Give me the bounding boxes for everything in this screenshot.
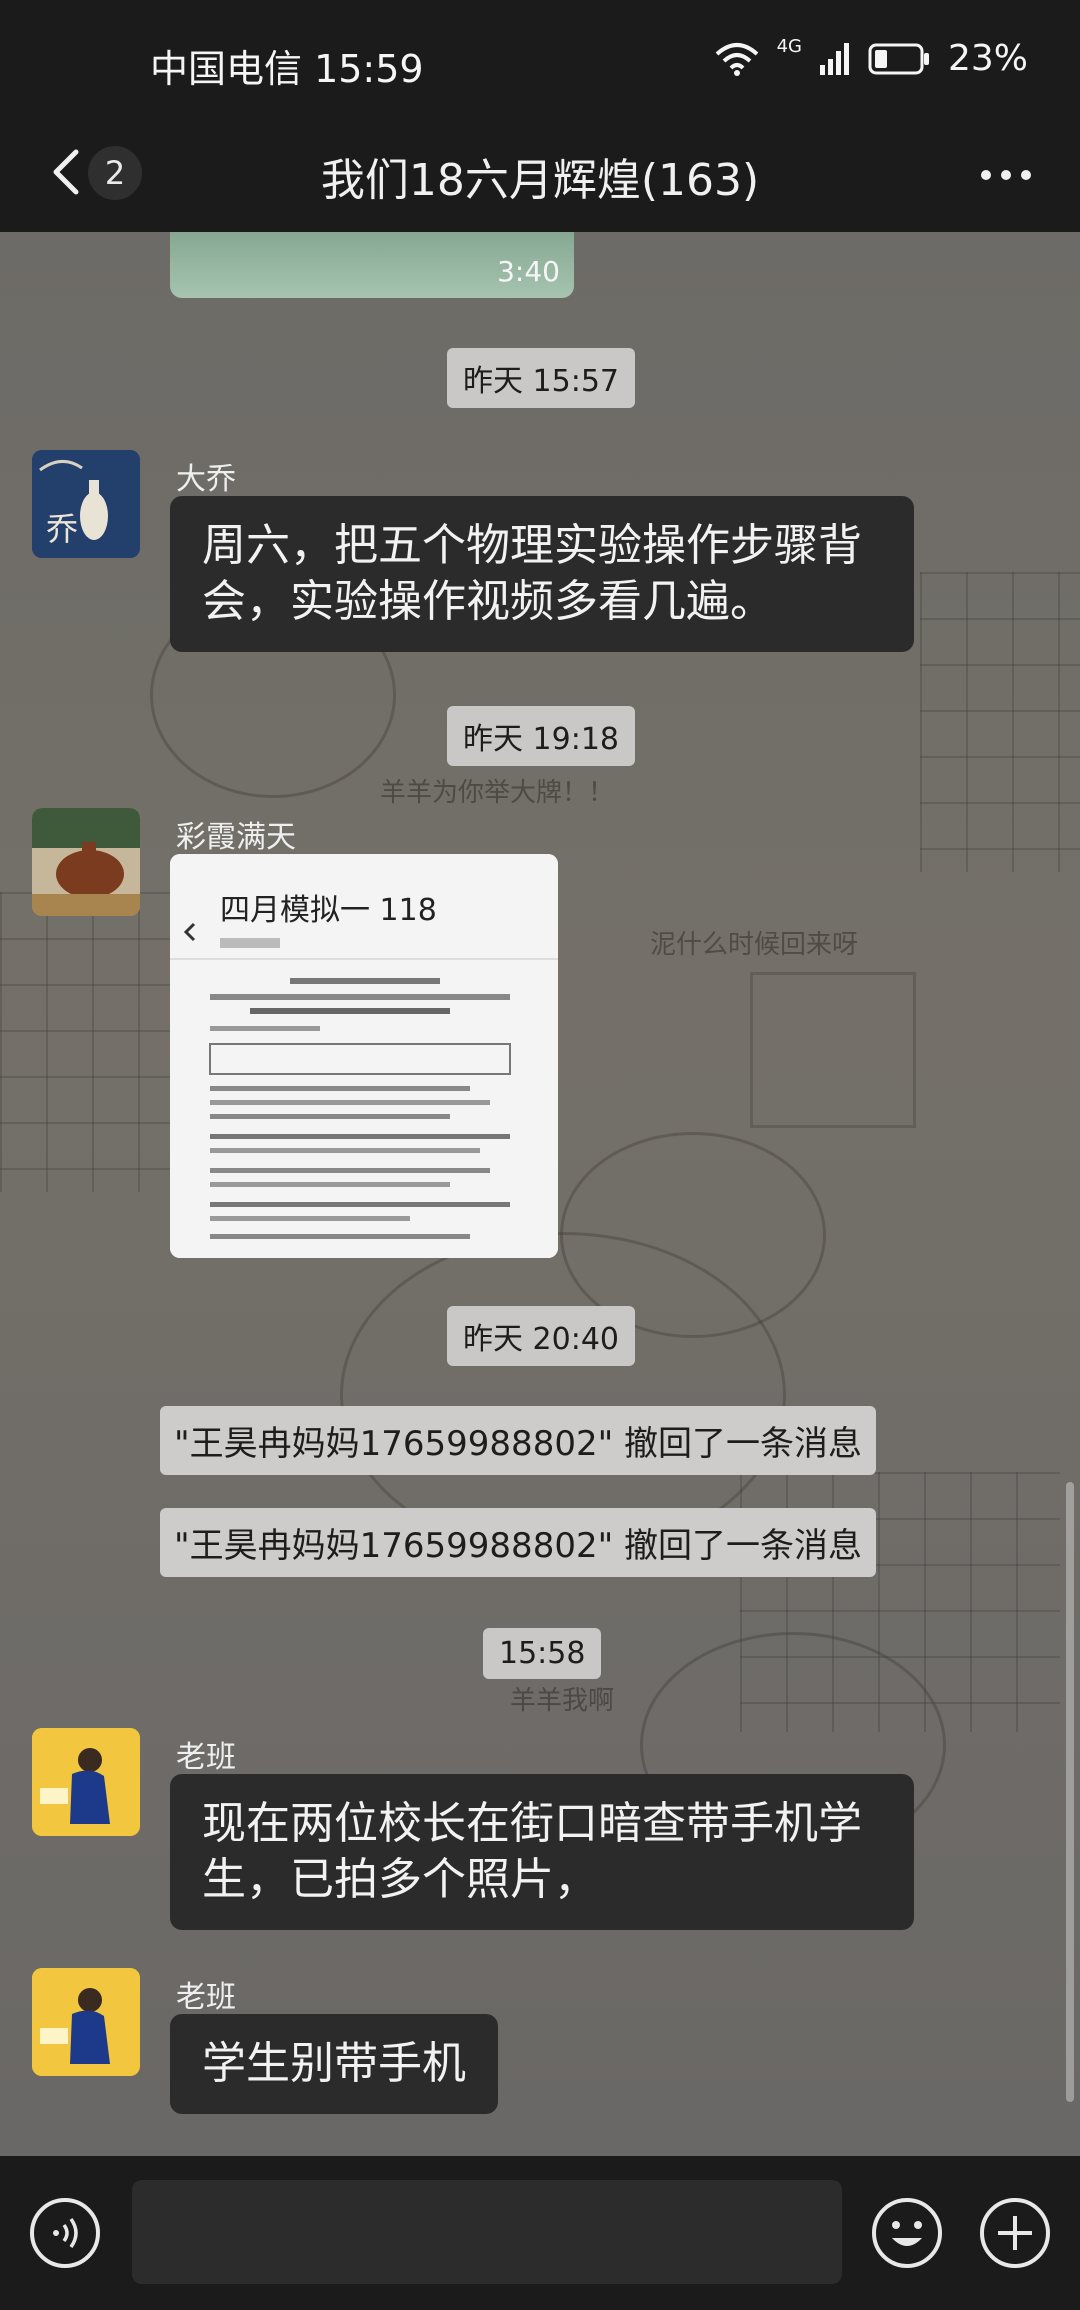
sender-name: 老班	[176, 1740, 236, 1775]
message-bubble[interactable]: 现在两位校长在街口暗查带手机学 生，已拍多个照片，	[170, 1774, 914, 1930]
avatar-image	[32, 1968, 140, 2076]
sender-name: 大乔	[176, 462, 236, 497]
avatar[interactable]	[32, 1728, 140, 1836]
video-duration: 3:40	[497, 255, 560, 288]
chat-area[interactable]: 羊羊为你举大牌！！ 泥什么时候回来呀 羊羊我啊 3:40 昨天 15:57 乔 …	[0, 232, 1080, 2156]
timestamp: 15:58	[483, 1628, 602, 1679]
svg-text:四月模拟一 118: 四月模拟一 118	[220, 893, 437, 928]
recall-notice: "王昊冉妈妈17659988802" 撤回了一条消息	[160, 1406, 877, 1475]
chat-title: 我们18六月辉煌(163)	[320, 155, 760, 206]
message-line: 会，实验操作视频多看几遍。	[202, 576, 774, 627]
timestamp: 昨天 15:57	[447, 348, 635, 408]
avatar[interactable]	[32, 1968, 140, 2076]
chat-header: 2 我们18六月辉煌(163)	[0, 120, 1080, 232]
message-line: 周六，把五个物理实验操作步骤背	[202, 520, 862, 571]
avatar-image	[32, 808, 140, 916]
avatar[interactable]	[32, 808, 140, 916]
message-bubble[interactable]: 周六，把五个物理实验操作步骤背 会，实验操作视频多看几遍。	[170, 496, 914, 652]
avatar[interactable]: 乔	[32, 450, 140, 558]
message-line: 现在两位校长在街口暗查带手机学	[202, 1798, 862, 1849]
document-screenshot: 四月模拟一 118	[170, 854, 558, 1258]
network-label: 4G	[776, 36, 802, 57]
bg-grid	[920, 572, 1080, 872]
timestamp: 昨天 20:40	[447, 1306, 635, 1366]
bg-doodle-text: 羊羊我啊	[510, 1686, 615, 1716]
message-bubble[interactable]: 学生别带手机	[170, 2014, 498, 2114]
status-icons: 4G 23%	[715, 36, 1028, 79]
sender-name: 彩霞满天	[176, 820, 296, 855]
recall-notice: "王昊冉妈妈17659988802" 撤回了一条消息	[160, 1508, 877, 1577]
bg-doodle-text: 羊羊为你举大牌！！	[380, 778, 615, 808]
emoji-icon[interactable]	[870, 2196, 944, 2270]
avatar-image: 乔	[32, 450, 140, 558]
bg-doodle-text: 泥什么时候回来呀	[650, 930, 859, 960]
svg-text:乔: 乔	[46, 510, 78, 548]
bg-window-doodle	[750, 972, 916, 1128]
battery-percent: 23%	[947, 38, 1028, 79]
voice-input-icon[interactable]	[28, 2196, 102, 2270]
message-input[interactable]	[132, 2180, 842, 2284]
timestamp: 昨天 19:18	[447, 706, 635, 766]
avatar-image	[32, 1728, 140, 1836]
wifi-icon	[715, 42, 758, 76]
scrollbar[interactable]	[1066, 1482, 1074, 2102]
signal-icon	[819, 42, 849, 75]
more-options-icon[interactable]	[976, 150, 1036, 200]
add-icon[interactable]	[978, 2196, 1052, 2270]
previous-video-card[interactable]: 3:40	[170, 232, 574, 298]
battery-icon	[868, 43, 929, 74]
carrier-time: 中国电信 15:59	[150, 47, 424, 91]
input-bar	[0, 2156, 1080, 2310]
message-line: 生，已拍多个照片，	[202, 1854, 598, 1905]
status-bar: 中国电信 15:59 4G 23%	[0, 0, 1080, 120]
image-message[interactable]: 四月模拟一 118	[170, 854, 558, 1258]
sender-name: 老班	[176, 1980, 236, 2015]
